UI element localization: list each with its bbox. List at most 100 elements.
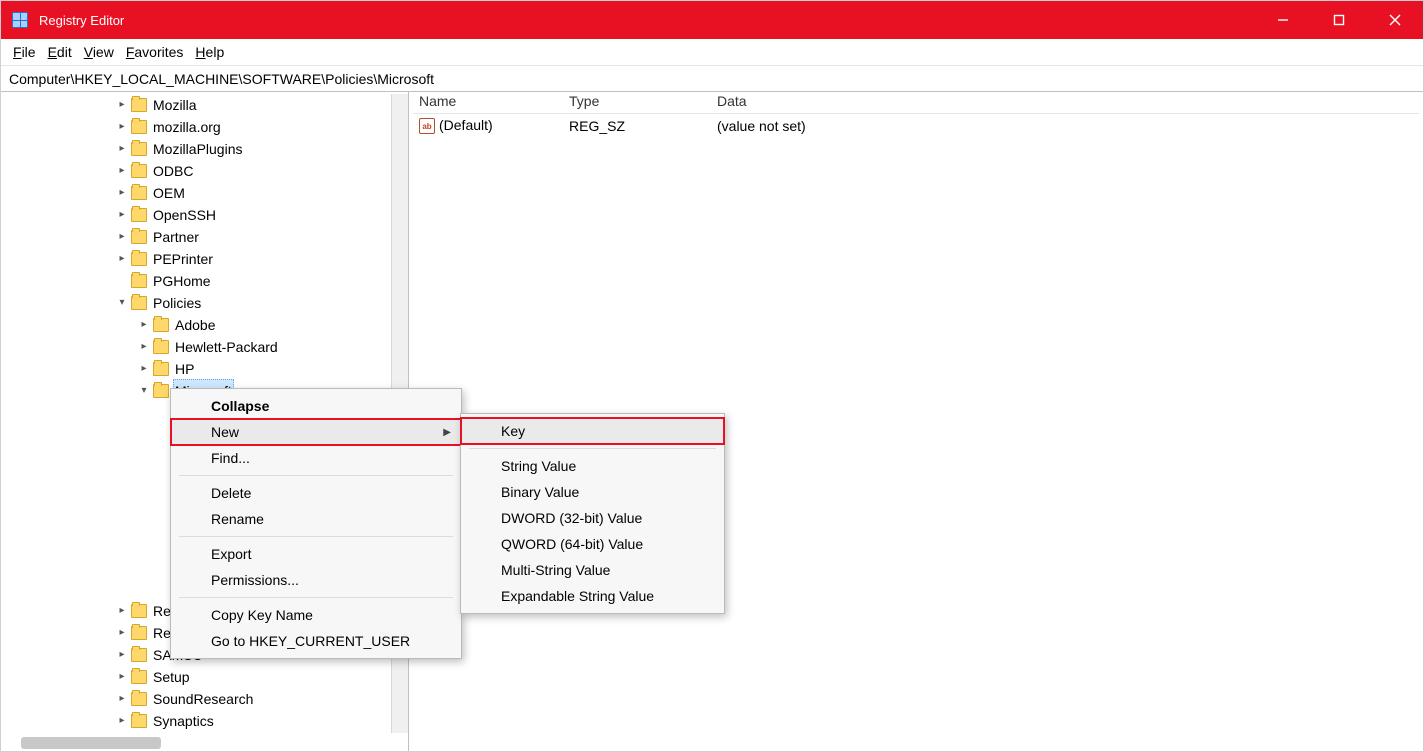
folder-icon [153,362,169,376]
maximize-button[interactable] [1311,1,1367,39]
ctx-find[interactable]: Find... [171,445,461,471]
window-title: Registry Editor [39,13,124,28]
tree-item-label: OpenSSH [151,204,218,226]
menu-help[interactable]: Help [191,42,228,62]
tree-item-label: OEM [151,182,187,204]
submenu-expandable-string-value[interactable]: Expandable String Value [461,583,724,609]
chevron-right-icon[interactable]: ▸ [115,94,129,116]
tree-item-label: HP [173,358,196,380]
titlebar[interactable]: Registry Editor [1,1,1423,39]
chevron-right-icon[interactable]: ▸ [115,138,129,160]
folder-icon [153,318,169,332]
chevron-down-icon[interactable]: ▾ [115,292,129,314]
chevron-right-icon[interactable]: ▸ [137,358,151,380]
chevron-right-icon[interactable]: ▸ [115,116,129,138]
separator [179,475,453,476]
submenu-key[interactable]: Key [461,418,724,444]
menu-edit[interactable]: Edit [44,42,76,62]
tree-item[interactable]: ▸ Setup [1,666,408,688]
folder-icon [131,164,147,178]
tree-item-label: SoundResearch [151,688,255,710]
tree-item-label: Setup [151,666,192,688]
chevron-right-icon[interactable]: ▸ [115,182,129,204]
tree-item[interactable]: ▸ Hewlett-Packard [1,336,408,358]
submenu-string-value[interactable]: String Value [461,453,724,479]
ctx-copy-key-name[interactable]: Copy Key Name [171,602,461,628]
tree-item[interactable]: ▸ OpenSSH [1,204,408,226]
folder-icon [131,230,147,244]
chevron-right-icon[interactable]: ▸ [115,204,129,226]
folder-icon [131,296,147,310]
tree-item[interactable]: ▸ HP [1,358,408,380]
tree-item[interactable]: ▸ MozillaPlugins [1,138,408,160]
chevron-down-icon[interactable]: ▾ [137,380,151,402]
ctx-goto-hkcu[interactable]: Go to HKEY_CURRENT_USER [171,628,461,654]
ctx-rename[interactable]: Rename [171,506,461,532]
tree-item[interactable]: ▸ Synaptics [1,710,408,732]
value-row[interactable]: ab(Default) REG_SZ (value not set) [413,114,1419,138]
tree-item-label: Synaptics [151,710,216,732]
tree-item-label: Hewlett-Packard [173,336,280,358]
menubar: File Edit View Favorites Help [1,39,1423,65]
chevron-right-icon[interactable]: ▸ [115,226,129,248]
chevron-right-icon[interactable]: ▸ [115,160,129,182]
chevron-right-icon[interactable]: ▸ [115,710,129,732]
folder-icon [153,384,169,398]
tree-item[interactable]: ▸ SoundResearch [1,688,408,710]
tree-item[interactable]: ▸ ODBC [1,160,408,182]
tree-item-label: Adobe [173,314,217,336]
tree-item[interactable]: ▸ Mozilla [1,94,408,116]
tree-item-label: Partner [151,226,201,248]
submenu-dword-value[interactable]: DWORD (32-bit) Value [461,505,724,531]
folder-icon [131,604,147,618]
tree-item[interactable]: ▸PGHome [1,270,408,292]
folder-icon [131,648,147,662]
close-button[interactable] [1367,1,1423,39]
tree-item[interactable]: ▾Policies [1,292,408,314]
submenu-multi-string-value[interactable]: Multi-String Value [461,557,724,583]
tree-item[interactable]: ▸ OEM [1,182,408,204]
tree-item-label: PGHome [151,270,213,292]
tree-horizontal-scrollbar[interactable] [21,737,178,749]
tree-item-label: MozillaPlugins [151,138,244,160]
minimize-button[interactable] [1255,1,1311,39]
column-data[interactable]: Data [711,92,1419,113]
tree-item[interactable]: ▸ PEPrinter [1,248,408,270]
ctx-new[interactable]: New▶ [171,419,461,445]
chevron-right-icon[interactable]: ▸ [115,644,129,666]
folder-icon [131,714,147,728]
folder-icon [131,208,147,222]
tree-item[interactable]: ▸ Adobe [1,314,408,336]
tree-item-label: ODBC [151,160,195,182]
chevron-right-icon[interactable]: ▸ [115,622,129,644]
submenu-qword-value[interactable]: QWORD (64-bit) Value [461,531,724,557]
chevron-right-icon[interactable]: ▸ [115,248,129,270]
tree-item-label: Mozilla [151,94,199,116]
chevron-right-icon[interactable]: ▸ [137,336,151,358]
chevron-right-icon: ▶ [443,427,451,438]
ctx-collapse[interactable]: Collapse [171,393,461,419]
tree-item[interactable]: ▸ Partner [1,226,408,248]
column-type[interactable]: Type [563,92,711,113]
submenu-binary-value[interactable]: Binary Value [461,479,724,505]
tree-item-label: PEPrinter [151,248,215,270]
menu-view[interactable]: View [80,42,118,62]
separator [179,536,453,537]
chevron-right-icon[interactable]: ▸ [115,688,129,710]
values-header[interactable]: Name Type Data [413,92,1419,114]
folder-icon [131,692,147,706]
menu-file[interactable]: File [9,42,40,62]
column-name[interactable]: Name [413,92,563,113]
chevron-right-icon[interactable]: ▸ [115,600,129,622]
ctx-permissions[interactable]: Permissions... [171,567,461,593]
ctx-export[interactable]: Export [171,541,461,567]
folder-icon [131,186,147,200]
tree-item[interactable]: ▸mozilla.org [1,116,408,138]
folder-icon [131,274,147,288]
address-bar[interactable]: Computer\HKEY_LOCAL_MACHINE\SOFTWARE\Pol… [1,65,1423,91]
folder-icon [131,670,147,684]
chevron-right-icon[interactable]: ▸ [137,314,151,336]
ctx-delete[interactable]: Delete [171,480,461,506]
menu-favorites[interactable]: Favorites [122,42,188,62]
chevron-right-icon[interactable]: ▸ [115,666,129,688]
